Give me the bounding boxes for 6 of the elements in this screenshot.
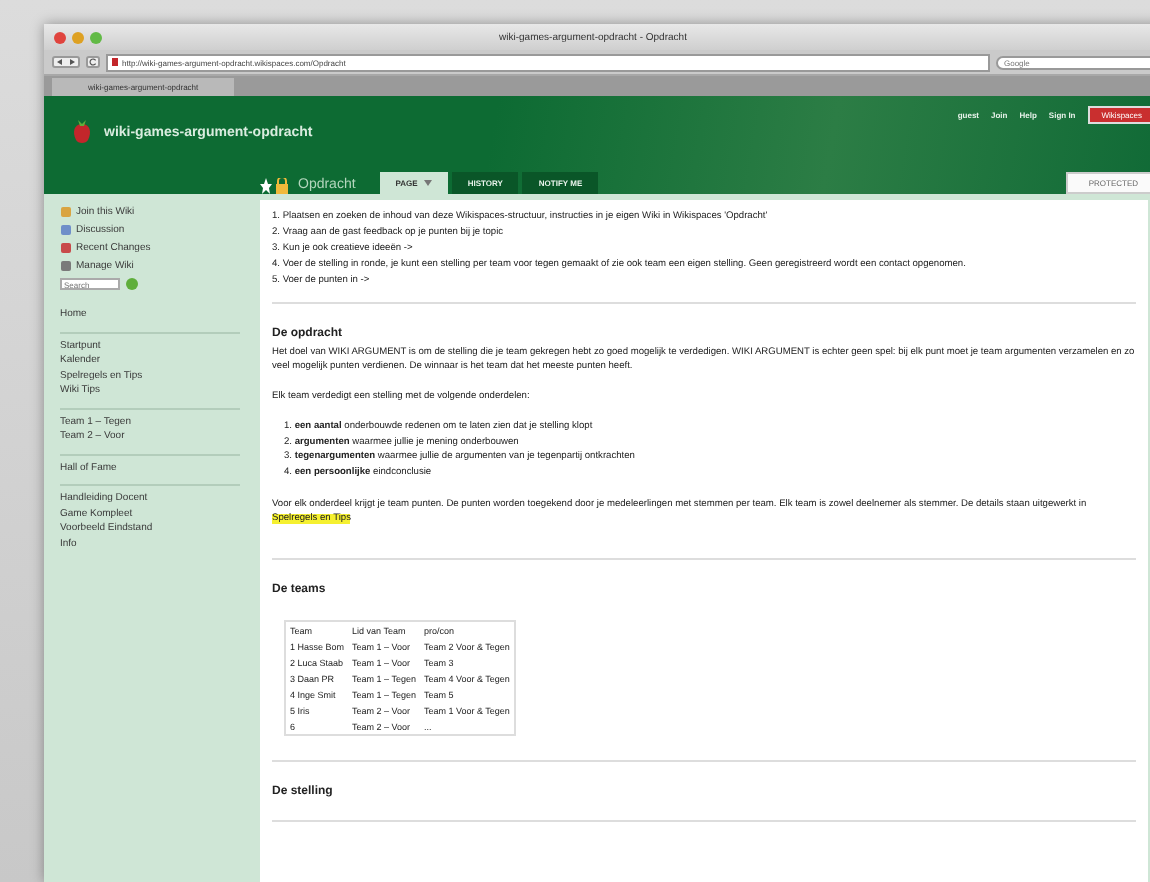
caret-icon — [423, 180, 432, 186]
strawberry-icon — [72, 118, 92, 146]
go-icon — [126, 278, 138, 290]
star-lock-icon — [260, 178, 288, 194]
reload-icon[interactable] — [86, 56, 100, 68]
back-forward-icon[interactable] — [52, 56, 80, 68]
